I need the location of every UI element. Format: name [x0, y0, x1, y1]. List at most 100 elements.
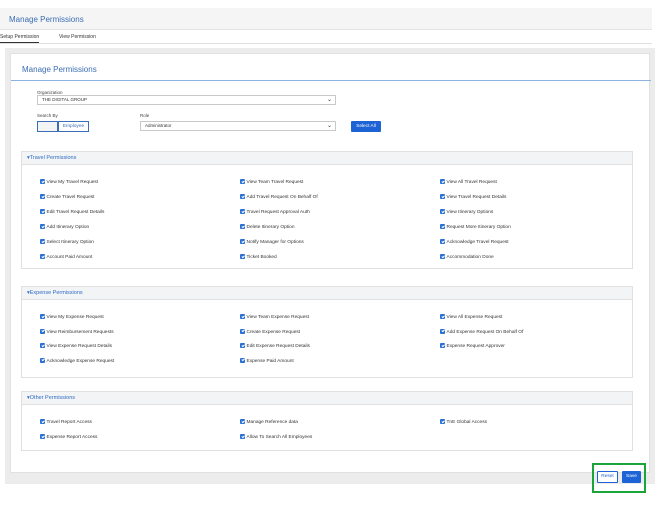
checkbox-checked-icon[interactable]: [40, 419, 45, 424]
permission-checkbox[interactable]: Add Itinerary Option: [40, 224, 89, 230]
tab-bar: Setup Permission View Permission: [0, 31, 652, 44]
expense-permissions-header[interactable]: ▾Expense Permissions: [22, 287, 632, 300]
permission-label: View Team Expense Request: [246, 315, 310, 320]
checkbox-checked-icon[interactable]: [240, 434, 245, 439]
permission-label: TnE Global Access: [446, 420, 488, 425]
checkbox-checked-icon[interactable]: [240, 419, 245, 424]
permission-checkbox[interactable]: Expense Report Access: [40, 434, 97, 440]
permission-checkbox[interactable]: Manage Reference data: [240, 419, 298, 425]
checkbox-checked-icon[interactable]: [240, 209, 245, 214]
permission-checkbox[interactable]: View My Expense Request: [40, 314, 104, 320]
checkbox-checked-icon[interactable]: [40, 328, 45, 334]
permission-checkbox[interactable]: Acknowledge Travel Request: [440, 239, 509, 245]
permission-checkbox[interactable]: Travel Request Approval Auth: [240, 209, 310, 215]
checkbox-checked-icon[interactable]: [40, 343, 45, 348]
permission-checkbox[interactable]: Acknowledge Expense Request: [40, 357, 114, 364]
travel-permissions-header[interactable]: ▾Travel Permissions: [22, 152, 632, 165]
search-by-label: Search By: [37, 113, 58, 118]
permission-checkbox[interactable]: Request More Itinerary Option: [440, 224, 511, 230]
checkbox-checked-icon[interactable]: [40, 314, 45, 319]
permission-checkbox[interactable]: Create Travel Request: [40, 194, 95, 200]
checkbox-checked-icon[interactable]: [40, 224, 45, 229]
checkbox-checked-icon[interactable]: [440, 239, 445, 244]
organization-select[interactable]: THE DIGITAL GROUP ⌄: [37, 95, 336, 105]
permission-checkbox[interactable]: Account Paid Amount: [40, 254, 92, 260]
permission-label: Expense Request Approver: [446, 344, 505, 349]
checkbox-checked-icon[interactable]: [440, 224, 445, 229]
permission-checkbox[interactable]: Expense Request Approver: [440, 343, 505, 349]
permission-checkbox[interactable]: View My Travel Request: [40, 179, 98, 185]
permission-label: View My Expense Request: [46, 315, 104, 320]
tab-view-permission[interactable]: View Permission: [59, 34, 96, 40]
checkbox-checked-icon[interactable]: [440, 179, 445, 184]
permission-checkbox[interactable]: Delete Itinerary Option: [240, 224, 295, 230]
permission-checkbox[interactable]: Create Expense Request: [240, 328, 300, 335]
select-all-button[interactable]: Select All: [351, 121, 381, 132]
checkbox-checked-icon[interactable]: [240, 343, 245, 348]
role-select[interactable]: Administrator ⌄: [140, 121, 336, 131]
checkbox-checked-icon[interactable]: [40, 239, 45, 244]
permission-checkbox[interactable]: Edit Travel Request Details: [40, 209, 104, 215]
permission-checkbox[interactable]: TnE Global Access: [440, 419, 487, 425]
checkbox-checked-icon[interactable]: [40, 209, 45, 214]
permission-checkbox[interactable]: View Travel Request Details: [440, 194, 506, 200]
other-permissions-panel: ▾Other Permissions Travel Report Access E…: [21, 391, 633, 451]
permission-checkbox[interactable]: View All Travel Request: [440, 179, 497, 185]
save-button[interactable]: Save: [622, 471, 641, 483]
checkbox-checked-icon[interactable]: [240, 239, 245, 244]
permission-checkbox[interactable]: Select Itinerary Option: [40, 239, 94, 245]
checkbox-checked-icon[interactable]: [240, 328, 245, 334]
tab-setup-permission[interactable]: Setup Permission: [0, 34, 40, 43]
checkbox-checked-icon[interactable]: [240, 224, 245, 229]
checkbox-checked-icon[interactable]: [240, 194, 245, 199]
checkbox-checked-icon[interactable]: [240, 357, 245, 363]
page-header: Manage Permissions: [0, 8, 652, 30]
checkbox-checked-icon[interactable]: [440, 209, 445, 214]
permission-checkbox[interactable]: Notify Manager for Options: [240, 239, 304, 245]
checkbox-checked-icon[interactable]: [440, 314, 445, 319]
permission-checkbox[interactable]: Expense Paid Amount: [240, 357, 294, 364]
permission-label: View Itinerary Options: [446, 210, 494, 215]
chevron-down-icon: ⌄: [326, 123, 332, 129]
permission-label: Travel Report Access: [46, 420, 92, 425]
checkbox-checked-icon[interactable]: [240, 179, 245, 184]
permission-checkbox[interactable]: View All Expense Request: [440, 314, 502, 320]
travel-permissions-panel: ▾Travel Permissions View My Travel Reque…: [21, 151, 633, 269]
permission-checkbox[interactable]: View Itinerary Options: [440, 209, 493, 215]
checkbox-checked-icon[interactable]: [40, 434, 45, 439]
permission-checkbox[interactable]: Accommodation Done: [440, 254, 494, 260]
checkbox-checked-icon[interactable]: [240, 254, 245, 259]
reset-button[interactable]: Reset: [597, 471, 618, 483]
permission-label: View Expense Request Details: [46, 344, 113, 349]
permission-checkbox[interactable]: Ticket Booked: [240, 254, 277, 260]
permission-label: Edit Expense Request Details: [246, 344, 310, 349]
permission-label: Expense Report Access: [46, 435, 98, 440]
permission-label: Acknowledge Travel Request: [446, 240, 509, 245]
permission-checkbox[interactable]: Add Expense Request On Behalf Of: [440, 328, 523, 335]
permission-label: Delete Itinerary Option: [246, 225, 295, 230]
checkbox-checked-icon[interactable]: [40, 357, 45, 363]
permission-label: Create Travel Request: [46, 195, 95, 200]
search-by-employee-option[interactable]: Employee: [58, 121, 89, 132]
permission-checkbox[interactable]: Allow To Search All Employees: [240, 434, 312, 440]
checkbox-checked-icon[interactable]: [440, 254, 445, 259]
checkbox-checked-icon[interactable]: [40, 179, 45, 184]
checkbox-checked-icon[interactable]: [40, 254, 45, 259]
other-permissions-header[interactable]: ▾Other Permissions: [22, 392, 632, 405]
checkbox-checked-icon[interactable]: [440, 343, 445, 348]
other-permissions-title: ▾Other Permissions: [27, 395, 76, 401]
permission-checkbox[interactable]: Add Travel Request On Behalf Of: [240, 194, 318, 200]
permission-checkbox[interactable]: Edit Expense Request Details: [240, 343, 310, 349]
checkbox-checked-icon[interactable]: [40, 194, 45, 199]
permission-checkbox[interactable]: View Expense Request Details: [40, 343, 112, 349]
permission-checkbox[interactable]: View Team Travel Request: [240, 179, 303, 185]
permission-label: Allow To Search All Employees: [246, 435, 313, 440]
checkbox-checked-icon[interactable]: [440, 328, 445, 334]
checkbox-checked-icon[interactable]: [240, 314, 245, 319]
checkbox-checked-icon[interactable]: [440, 194, 445, 199]
search-by-first-option[interactable]: [37, 121, 58, 132]
permission-checkbox[interactable]: View Reimbursement Requests: [40, 328, 114, 335]
checkbox-checked-icon[interactable]: [440, 419, 445, 424]
permission-checkbox[interactable]: View Team Expense Request: [240, 314, 309, 320]
permission-checkbox[interactable]: Travel Report Access: [40, 419, 92, 425]
